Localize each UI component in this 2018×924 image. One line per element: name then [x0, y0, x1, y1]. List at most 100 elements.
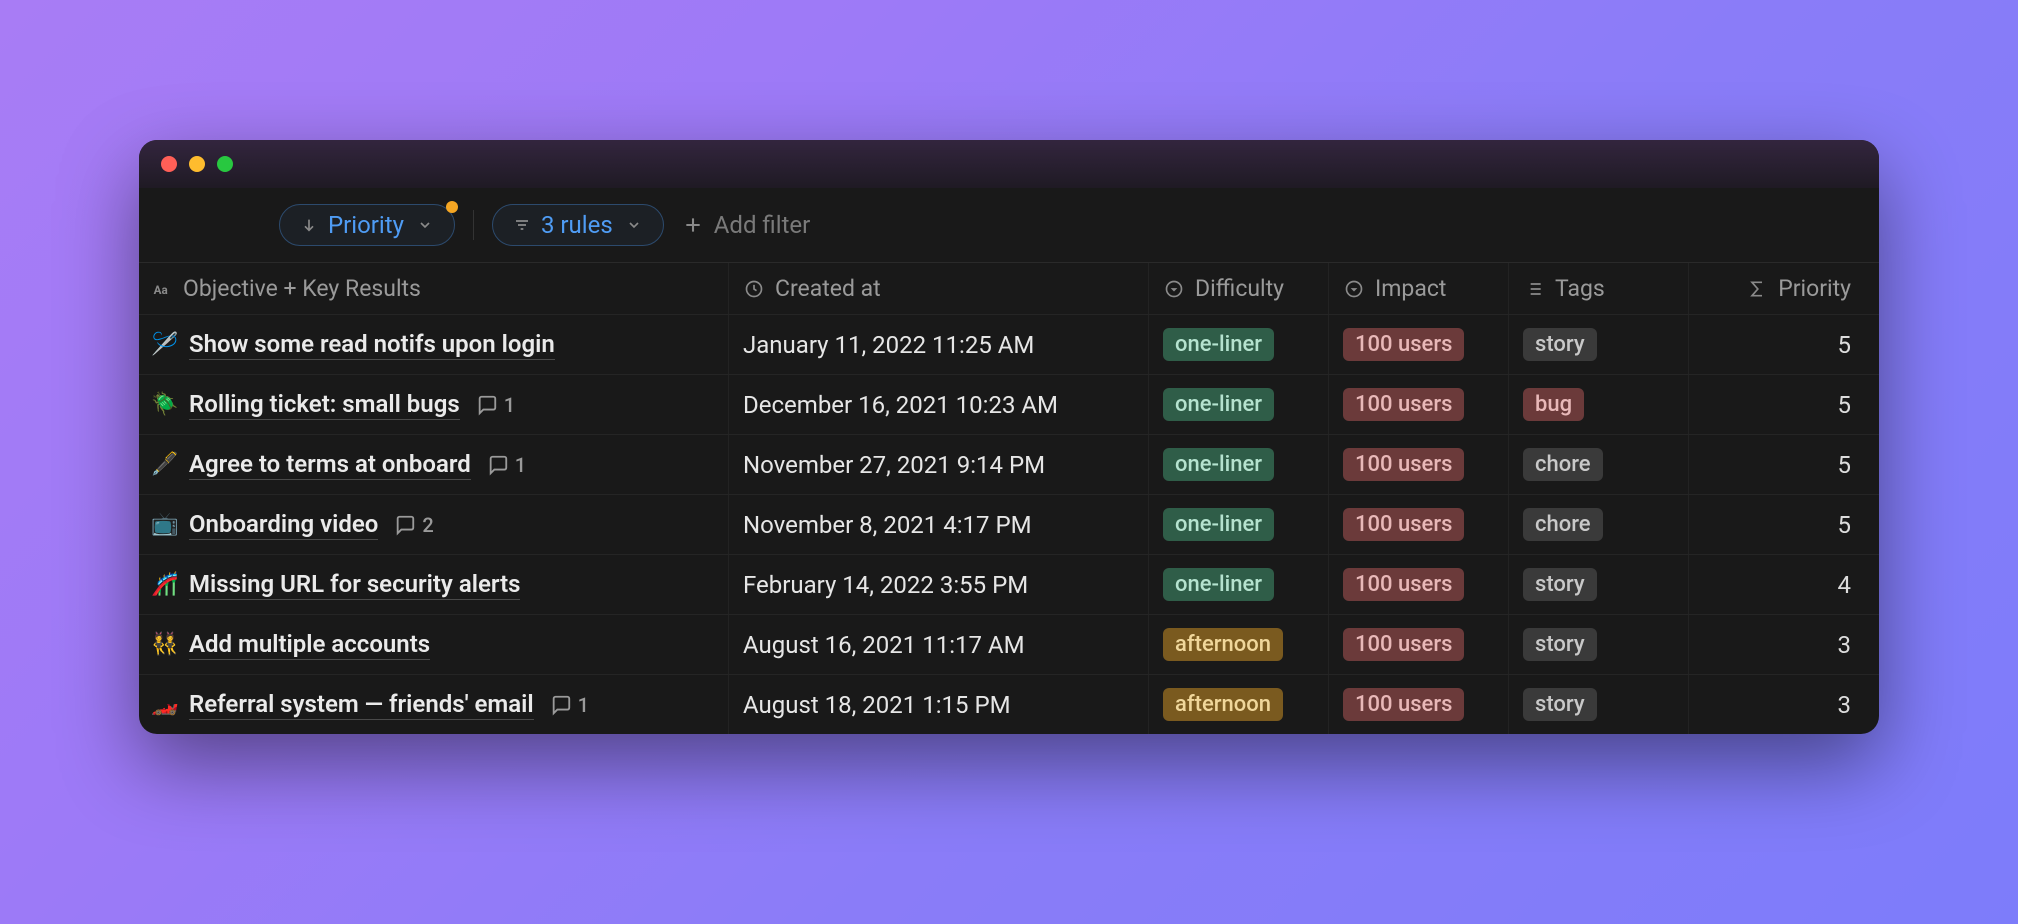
- window-zoom-button[interactable]: [217, 156, 233, 172]
- impact-cell[interactable]: 100 users: [1329, 495, 1509, 554]
- chevron-down-icon: [623, 214, 645, 236]
- tags-cell[interactable]: story: [1509, 555, 1689, 614]
- chevron-down-icon: [414, 214, 436, 236]
- comment-count[interactable]: 1: [550, 693, 589, 717]
- table-row[interactable]: 👯 Add multiple accounts August 16, 2021 11…: [139, 614, 1879, 674]
- row-title[interactable]: Agree to terms at onboard: [189, 450, 471, 480]
- impact-cell[interactable]: 100 users: [1329, 675, 1509, 734]
- difficulty-cell[interactable]: one-liner: [1149, 315, 1329, 374]
- impact-badge: 100 users: [1343, 328, 1464, 361]
- title-cell[interactable]: 👯 Add multiple accounts: [139, 615, 729, 674]
- created-at-value: November 27, 2021 9:14 PM: [743, 451, 1045, 479]
- comment-count-value: 1: [515, 453, 526, 477]
- column-header-priority[interactable]: Priority: [1689, 263, 1879, 314]
- tag-badge: story: [1523, 688, 1597, 721]
- column-header-difficulty[interactable]: Difficulty: [1149, 263, 1329, 314]
- title-cell[interactable]: 🪡 Show some read notifs upon login: [139, 315, 729, 374]
- title-cell[interactable]: 📺Onboarding video2: [139, 495, 729, 554]
- comment-count[interactable]: 2: [394, 513, 433, 537]
- title-cell[interactable]: 🎢Missing URL for security alerts: [139, 555, 729, 614]
- priority-cell: 5: [1689, 315, 1879, 374]
- table-row[interactable]: 🎢Missing URL for security alertsFebruary…: [139, 554, 1879, 614]
- row-title[interactable]: Referral system — friends' email: [189, 690, 534, 720]
- comment-count[interactable]: 1: [476, 393, 515, 417]
- impact-cell[interactable]: 100 users: [1329, 435, 1509, 494]
- created-at-cell: November 8, 2021 4:17 PM: [729, 495, 1149, 554]
- impact-cell[interactable]: 100 users: [1329, 315, 1509, 374]
- sigma-icon: [1746, 278, 1768, 300]
- difficulty-cell[interactable]: one-liner: [1149, 435, 1329, 494]
- column-impact-label: Impact: [1375, 275, 1446, 302]
- window-close-button[interactable]: [161, 156, 177, 172]
- rules-pill[interactable]: 3 rules: [492, 204, 664, 246]
- svg-text:Aa: Aa: [154, 283, 168, 297]
- title-cell[interactable]: 🏎️Referral system — friends' email1: [139, 675, 729, 734]
- row-emoji-icon: 👯: [151, 632, 179, 657]
- row-emoji-icon: 🪡: [151, 332, 179, 357]
- difficulty-cell[interactable]: afternoon: [1149, 615, 1329, 674]
- difficulty-cell[interactable]: one-liner: [1149, 555, 1329, 614]
- created-at-value: December 16, 2021 10:23 AM: [743, 391, 1058, 419]
- priority-value: 5: [1838, 331, 1852, 359]
- window-minimize-button[interactable]: [189, 156, 205, 172]
- created-at-cell: January 11, 2022 11:25 AM: [729, 315, 1149, 374]
- impact-cell[interactable]: 100 users: [1329, 555, 1509, 614]
- tags-cell[interactable]: story: [1509, 315, 1689, 374]
- difficulty-badge: one-liner: [1163, 448, 1274, 481]
- comment-count-value: 2: [422, 513, 433, 537]
- tags-cell[interactable]: chore: [1509, 435, 1689, 494]
- row-title[interactable]: Rolling ticket: small bugs: [189, 390, 460, 420]
- filter-icon: [511, 214, 533, 236]
- created-at-cell: August 18, 2021 1:15 PM: [729, 675, 1149, 734]
- difficulty-badge: afternoon: [1163, 688, 1283, 721]
- table-row[interactable]: 🪲Rolling ticket: small bugs1December 16,…: [139, 374, 1879, 434]
- created-at-cell: February 14, 2022 3:55 PM: [729, 555, 1149, 614]
- row-title[interactable]: Onboarding video: [189, 510, 378, 540]
- difficulty-cell[interactable]: one-liner: [1149, 495, 1329, 554]
- difficulty-badge: one-liner: [1163, 388, 1274, 421]
- title-cell[interactable]: 🪲Rolling ticket: small bugs1: [139, 375, 729, 434]
- column-created-at-label: Created at: [775, 275, 881, 302]
- priority-cell: 5: [1689, 435, 1879, 494]
- add-filter-button[interactable]: Add filter: [682, 211, 811, 239]
- list-icon: [1523, 278, 1545, 300]
- row-title[interactable]: Missing URL for security alerts: [189, 570, 520, 600]
- tag-badge: bug: [1523, 388, 1584, 421]
- column-header-title[interactable]: Aa Objective + Key Results: [139, 263, 729, 314]
- priority-value: 4: [1838, 571, 1852, 599]
- column-header-impact[interactable]: Impact: [1329, 263, 1509, 314]
- comment-count[interactable]: 1: [487, 453, 526, 477]
- created-at-cell: August 16, 2021 11:17 AM: [729, 615, 1149, 674]
- sort-pill[interactable]: Priority: [279, 204, 455, 246]
- impact-cell[interactable]: 100 users: [1329, 615, 1509, 674]
- tags-cell[interactable]: story: [1509, 615, 1689, 674]
- impact-cell[interactable]: 100 users: [1329, 375, 1509, 434]
- table-row[interactable]: 📺Onboarding video2November 8, 2021 4:17 …: [139, 494, 1879, 554]
- column-header-created-at[interactable]: Created at: [729, 263, 1149, 314]
- tags-cell[interactable]: story: [1509, 675, 1689, 734]
- priority-value: 3: [1838, 631, 1852, 659]
- table-row[interactable]: 🪡 Show some read notifs upon login January…: [139, 314, 1879, 374]
- tags-cell[interactable]: chore: [1509, 495, 1689, 554]
- table-row[interactable]: 🏎️Referral system — friends' email1Augus…: [139, 674, 1879, 734]
- impact-badge: 100 users: [1343, 448, 1464, 481]
- priority-value: 5: [1838, 511, 1852, 539]
- difficulty-cell[interactable]: afternoon: [1149, 675, 1329, 734]
- sort-label: Priority: [328, 211, 404, 239]
- row-title[interactable]: Show some read notifs upon login: [189, 330, 555, 360]
- arrow-down-icon: [298, 214, 320, 236]
- priority-cell: 3: [1689, 615, 1879, 674]
- priority-cell: 3: [1689, 675, 1879, 734]
- tags-cell[interactable]: bug: [1509, 375, 1689, 434]
- plus-icon: [682, 214, 704, 236]
- difficulty-cell[interactable]: one-liner: [1149, 375, 1329, 434]
- column-header-tags[interactable]: Tags: [1509, 263, 1689, 314]
- difficulty-badge: one-liner: [1163, 568, 1274, 601]
- select-icon: [1343, 278, 1365, 300]
- table-header-row: Aa Objective + Key Results Created at Di…: [139, 262, 1879, 314]
- table-row[interactable]: 🖋️Agree to terms at onboard1November 27,…: [139, 434, 1879, 494]
- priority-value: 3: [1838, 691, 1852, 719]
- text-icon: Aa: [151, 278, 173, 300]
- title-cell[interactable]: 🖋️Agree to terms at onboard1: [139, 435, 729, 494]
- row-title[interactable]: Add multiple accounts: [189, 630, 430, 660]
